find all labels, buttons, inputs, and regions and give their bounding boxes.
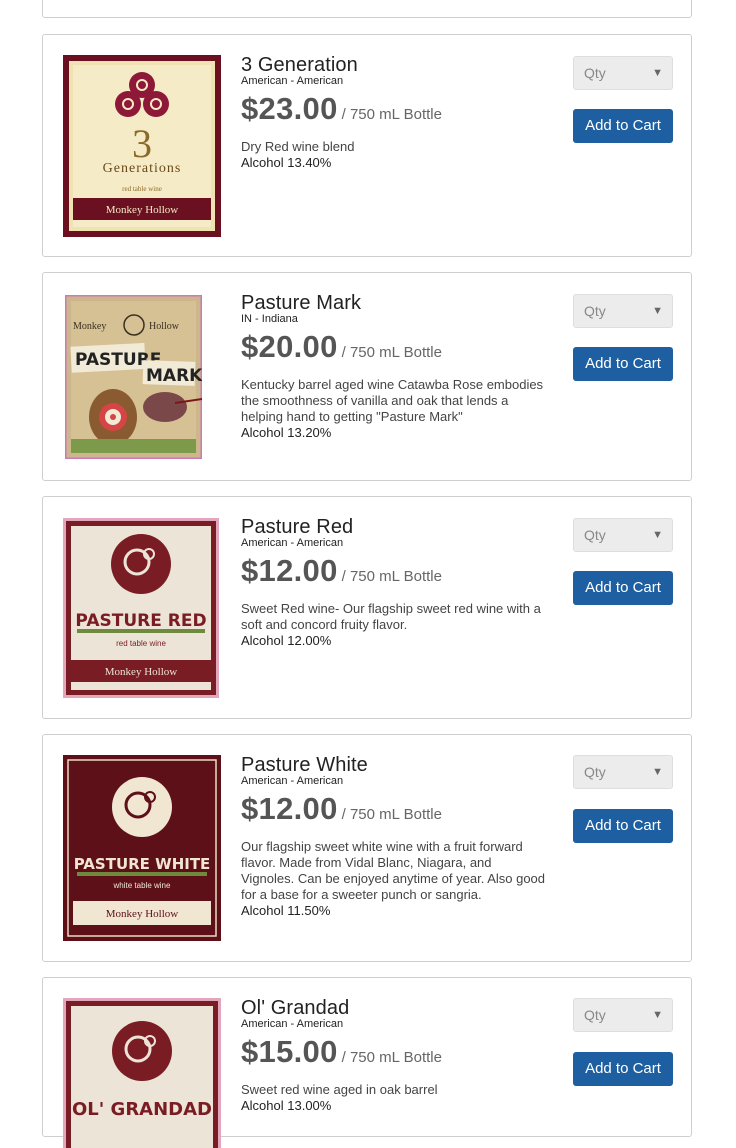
product-unit: / 750 mL Bottle bbox=[341, 806, 442, 823]
qty-placeholder: Qty bbox=[584, 764, 606, 780]
wine-label-image[interactable]: Monkey Hollow PASTURE MARK bbox=[65, 295, 202, 459]
product-card: PASTURE RED red table wine Monkey Hollow… bbox=[42, 496, 692, 719]
label-brand-right: Hollow bbox=[149, 321, 180, 332]
label-title-2: MARK bbox=[146, 366, 202, 386]
product-description: Our flagship sweet white wine with a fru… bbox=[241, 839, 546, 902]
chevron-down-icon: ▼ bbox=[652, 67, 663, 79]
add-to-cart-button[interactable]: Add to Cart bbox=[573, 571, 673, 605]
product-alcohol: Alcohol 12.00% bbox=[241, 633, 332, 648]
label-big-text: 3 bbox=[132, 121, 152, 166]
wine-label-image[interactable]: OL' GRANDAD bbox=[63, 998, 221, 1148]
product-unit: / 750 mL Bottle bbox=[341, 344, 442, 361]
product-alcohol: Alcohol 13.40% bbox=[241, 155, 332, 170]
label-brand-text: Monkey Hollow bbox=[106, 908, 178, 920]
product-unit: / 750 mL Bottle bbox=[341, 106, 442, 123]
add-to-cart-button[interactable]: Add to Cart bbox=[573, 809, 673, 843]
product-alcohol: Alcohol 13.20% bbox=[241, 425, 332, 440]
qty-select[interactable]: Qty ▼ bbox=[573, 998, 673, 1032]
add-to-cart-button[interactable]: Add to Cart bbox=[573, 1052, 673, 1086]
product-unit: / 750 mL Bottle bbox=[341, 568, 442, 585]
product-price: $12.00 bbox=[241, 553, 338, 588]
label-brand-text: Monkey Hollow bbox=[105, 666, 177, 678]
chevron-down-icon: ▼ bbox=[652, 529, 663, 541]
product-card: PASTURE WHITE white table wine Monkey Ho… bbox=[42, 734, 692, 962]
qty-select[interactable]: Qty ▼ bbox=[573, 755, 673, 789]
wine-label-image[interactable]: 3 Generations red table wine Monkey Holl… bbox=[63, 55, 221, 237]
product-card: OL' GRANDAD Ol' Grandad American - Ameri… bbox=[42, 977, 692, 1148]
label-title-text: PASTURE RED bbox=[75, 611, 206, 631]
qty-placeholder: Qty bbox=[584, 1007, 606, 1023]
product-price: $23.00 bbox=[241, 91, 338, 126]
product-card: Monkey Hollow PASTURE MARK Pasture Mark … bbox=[42, 272, 692, 481]
product-region: American - American bbox=[241, 75, 344, 87]
chevron-down-icon: ▼ bbox=[652, 1009, 663, 1021]
qty-select[interactable]: Qty ▼ bbox=[573, 294, 673, 328]
label-title-text: OL' GRANDAD bbox=[72, 1099, 212, 1120]
product-price: $20.00 bbox=[241, 329, 338, 364]
qty-select[interactable]: Qty ▼ bbox=[573, 518, 673, 552]
label-sub-text: red table wine bbox=[122, 185, 162, 193]
add-to-cart-button[interactable]: Add to Cart bbox=[573, 109, 673, 143]
label-brand-text: Monkey Hollow bbox=[106, 204, 178, 216]
qty-placeholder: Qty bbox=[584, 303, 606, 319]
label-sub-text: white table wine bbox=[113, 881, 171, 890]
product-alcohol: Alcohol 13.00% bbox=[241, 1098, 332, 1113]
product-alcohol: Alcohol 11.50% bbox=[241, 903, 331, 918]
qty-select[interactable]: Qty ▼ bbox=[573, 56, 673, 90]
label-title-text: PASTURE WHITE bbox=[74, 855, 211, 873]
product-region: IN - Indiana bbox=[241, 313, 298, 325]
product-description: Kentucky barrel aged wine Catawba Rose e… bbox=[241, 377, 544, 424]
product-description: Sweet Red wine- Our flagship sweet red w… bbox=[241, 601, 541, 632]
product-region: American - American bbox=[241, 1018, 344, 1030]
chevron-down-icon: ▼ bbox=[652, 305, 663, 317]
label-sub-text: red table wine bbox=[116, 639, 166, 648]
product-unit: / 750 mL Bottle bbox=[341, 1049, 442, 1066]
wine-label-image[interactable]: PASTURE WHITE white table wine Monkey Ho… bbox=[63, 755, 221, 941]
product-card-previous bbox=[42, 0, 692, 18]
label-title-text: Generations bbox=[103, 161, 182, 176]
product-description: Sweet red wine aged in oak barrel bbox=[241, 1082, 438, 1097]
product-price: $12.00 bbox=[241, 791, 338, 826]
label-brand-left: Monkey bbox=[73, 321, 106, 332]
product-region: American - American bbox=[241, 775, 344, 787]
product-card: 3 Generations red table wine Monkey Holl… bbox=[42, 34, 692, 257]
product-region: American - American bbox=[241, 537, 344, 549]
product-description: Dry Red wine blend bbox=[241, 139, 355, 154]
wine-label-image[interactable]: PASTURE RED red table wine Monkey Hollow bbox=[63, 518, 219, 698]
add-to-cart-button[interactable]: Add to Cart bbox=[573, 347, 673, 381]
qty-placeholder: Qty bbox=[584, 527, 606, 543]
chevron-down-icon: ▼ bbox=[652, 766, 663, 778]
qty-placeholder: Qty bbox=[584, 65, 606, 81]
product-price: $15.00 bbox=[241, 1034, 338, 1069]
